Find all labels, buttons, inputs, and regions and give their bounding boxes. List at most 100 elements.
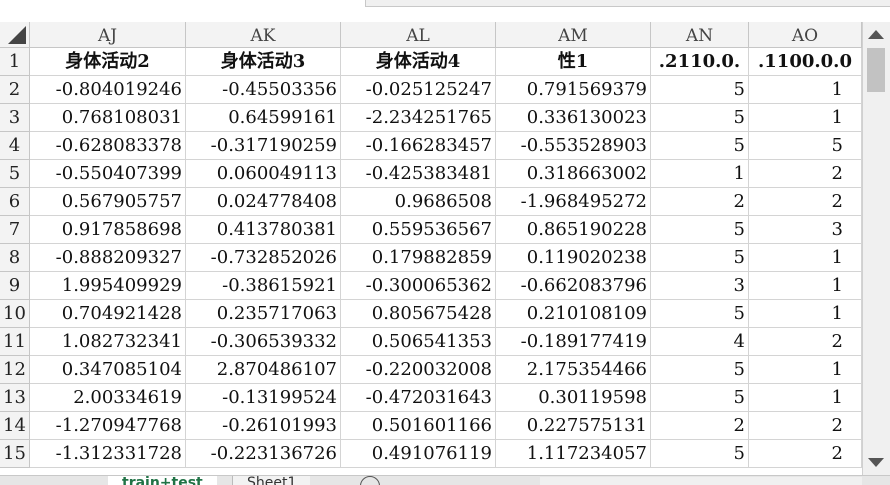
data-cell[interactable]: 1 xyxy=(749,384,862,412)
data-cell[interactable]: 0.791569379 xyxy=(496,76,651,104)
data-cell[interactable]: -0.220032008 xyxy=(341,356,496,384)
sheet-tab-train-test[interactable]: train+test xyxy=(108,476,217,485)
column-header-an[interactable]: AN xyxy=(651,22,749,48)
data-cell[interactable]: 1.995409929 xyxy=(30,272,186,300)
data-cell[interactable]: 5 xyxy=(651,356,749,384)
data-cell[interactable]: 0.024778408 xyxy=(186,188,341,216)
data-cell[interactable]: -0.300065362 xyxy=(341,272,496,300)
data-cell[interactable]: 1 xyxy=(749,76,862,104)
data-cell[interactable]: 1.117234057 xyxy=(496,440,651,468)
data-cell[interactable]: 0.768108031 xyxy=(30,104,186,132)
column-header-am[interactable]: AM xyxy=(496,22,651,48)
data-cell[interactable]: 0.060049113 xyxy=(186,160,341,188)
data-cell[interactable]: -0.804019246 xyxy=(30,76,186,104)
vertical-scrollbar[interactable] xyxy=(862,22,890,475)
data-cell[interactable]: -0.025125247 xyxy=(341,76,496,104)
data-cell[interactable]: 0.179882859 xyxy=(341,244,496,272)
data-cell[interactable]: 2 xyxy=(749,412,862,440)
data-cell[interactable]: 0.119020238 xyxy=(496,244,651,272)
data-cell[interactable]: 0.235717063 xyxy=(186,300,341,328)
data-cell[interactable]: 0.865190228 xyxy=(496,216,651,244)
data-cell[interactable]: 2 xyxy=(651,188,749,216)
data-cell[interactable]: 5 xyxy=(651,76,749,104)
header-cell[interactable]: 性1 xyxy=(496,48,651,76)
data-cell[interactable]: -1.968495272 xyxy=(496,188,651,216)
data-cell[interactable]: 2.175354466 xyxy=(496,356,651,384)
data-cell[interactable]: -0.45503356 xyxy=(186,76,341,104)
data-cell[interactable]: 5 xyxy=(749,132,862,160)
column-header-ao[interactable]: AO xyxy=(749,22,862,48)
data-cell[interactable]: -2.234251765 xyxy=(341,104,496,132)
row-header-5[interactable]: 5 xyxy=(0,160,30,188)
data-cell[interactable]: 0.805675428 xyxy=(341,300,496,328)
data-cell[interactable]: 5 xyxy=(651,216,749,244)
data-cell[interactable]: 0.227575131 xyxy=(496,412,651,440)
row-header-3[interactable]: 3 xyxy=(0,104,30,132)
row-header-12[interactable]: 12 xyxy=(0,356,30,384)
data-cell[interactable]: 1 xyxy=(749,272,862,300)
vertical-scroll-thumb[interactable] xyxy=(867,48,885,92)
column-header-ak[interactable]: AK xyxy=(186,22,341,48)
scroll-up-arrow-icon[interactable] xyxy=(868,30,884,39)
data-cell[interactable]: 1 xyxy=(749,300,862,328)
header-cell[interactable]: .1100.0.0 xyxy=(749,48,862,76)
data-cell[interactable]: 1 xyxy=(651,160,749,188)
data-cell[interactable]: 5 xyxy=(651,440,749,468)
data-cell[interactable]: -0.732852026 xyxy=(186,244,341,272)
row-header-6[interactable]: 6 xyxy=(0,188,30,216)
data-cell[interactable]: 3 xyxy=(749,216,862,244)
row-header-7[interactable]: 7 xyxy=(0,216,30,244)
header-cell[interactable]: 身体活动2 xyxy=(30,48,186,76)
row-header-4[interactable]: 4 xyxy=(0,132,30,160)
data-cell[interactable]: -0.550407399 xyxy=(30,160,186,188)
column-header-al[interactable]: AL xyxy=(341,22,496,48)
data-cell[interactable]: 2 xyxy=(749,188,862,216)
data-cell[interactable]: -0.189177419 xyxy=(496,328,651,356)
data-cell[interactable]: 0.336130023 xyxy=(496,104,651,132)
data-cell[interactable]: -0.223136726 xyxy=(186,440,341,468)
data-cell[interactable]: 2 xyxy=(749,160,862,188)
data-cell[interactable]: -1.312331728 xyxy=(30,440,186,468)
data-cell[interactable]: -0.553528903 xyxy=(496,132,651,160)
data-cell[interactable]: 1 xyxy=(749,244,862,272)
data-cell[interactable]: -0.317190259 xyxy=(186,132,341,160)
column-header-aj[interactable]: AJ xyxy=(30,22,186,48)
row-header-8[interactable]: 8 xyxy=(0,244,30,272)
data-cell[interactable]: 2.870486107 xyxy=(186,356,341,384)
add-sheet-icon[interactable] xyxy=(360,476,380,485)
row-header-14[interactable]: 14 xyxy=(0,412,30,440)
data-cell[interactable]: 0.347085104 xyxy=(30,356,186,384)
data-cell[interactable]: 4 xyxy=(651,328,749,356)
data-cell[interactable]: -0.472031643 xyxy=(341,384,496,412)
data-cell[interactable]: -0.166283457 xyxy=(341,132,496,160)
data-cell[interactable]: 1 xyxy=(749,104,862,132)
data-cell[interactable]: 0.318663002 xyxy=(496,160,651,188)
row-header-2[interactable]: 2 xyxy=(0,76,30,104)
data-cell[interactable]: 0.704921428 xyxy=(30,300,186,328)
data-cell[interactable]: 0.491076119 xyxy=(341,440,496,468)
data-cell[interactable]: 0.64599161 xyxy=(186,104,341,132)
data-cell[interactable]: -0.888209327 xyxy=(30,244,186,272)
data-cell[interactable]: -0.628083378 xyxy=(30,132,186,160)
data-cell[interactable]: 5 xyxy=(651,300,749,328)
data-cell[interactable]: 0.9686508 xyxy=(341,188,496,216)
data-cell[interactable]: 0.30119598 xyxy=(496,384,651,412)
data-cell[interactable]: 0.917858698 xyxy=(30,216,186,244)
data-cell[interactable]: -0.13199524 xyxy=(186,384,341,412)
header-cell[interactable]: .2110.0. xyxy=(651,48,749,76)
header-cell[interactable]: 身体活动3 xyxy=(186,48,341,76)
data-cell[interactable]: 3 xyxy=(651,272,749,300)
data-cell[interactable]: -0.26101993 xyxy=(186,412,341,440)
data-cell[interactable]: 1 xyxy=(749,356,862,384)
data-cell[interactable]: -0.306539332 xyxy=(186,328,341,356)
data-cell[interactable]: -1.270947768 xyxy=(30,412,186,440)
data-cell[interactable]: 0.210108109 xyxy=(496,300,651,328)
row-header-15[interactable]: 15 xyxy=(0,440,30,468)
data-cell[interactable]: 0.413780381 xyxy=(186,216,341,244)
row-header-1[interactable]: 1 xyxy=(0,48,30,76)
data-cell[interactable]: 5 xyxy=(651,132,749,160)
data-cell[interactable]: 2 xyxy=(749,328,862,356)
data-cell[interactable]: 0.501601166 xyxy=(341,412,496,440)
data-cell[interactable]: 5 xyxy=(651,384,749,412)
data-cell[interactable]: -0.662083796 xyxy=(496,272,651,300)
